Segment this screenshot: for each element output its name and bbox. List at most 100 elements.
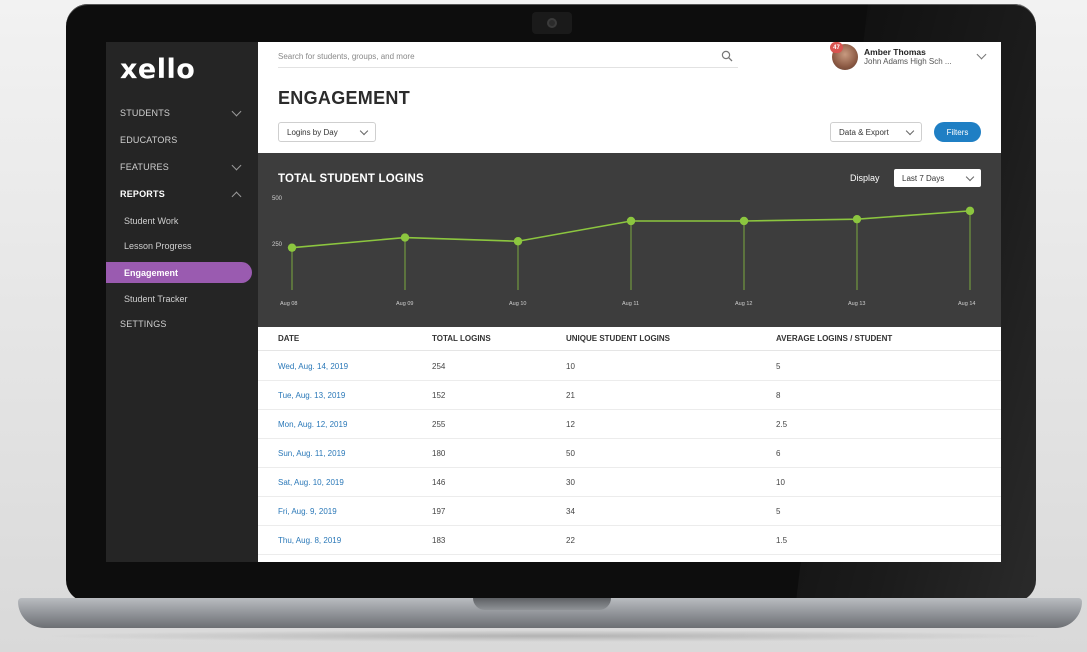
data-point[interactable] <box>626 216 636 226</box>
row-average-logins: 5 <box>776 361 781 371</box>
table-header: DATE TOTAL LOGINS UNIQUE STUDENT LOGINS … <box>258 327 1001 351</box>
table-row: Mon, Aug. 12, 2019 255 12 2.5 <box>258 410 1001 439</box>
row-total-logins: 255 <box>432 419 446 429</box>
row-date-link[interactable]: Mon, Aug. 12, 2019 <box>278 410 347 438</box>
table-row: Tue, Aug. 13, 2019 152 21 8 <box>258 381 1001 410</box>
row-total-logins: 152 <box>432 390 446 400</box>
page-title: ENGAGEMENT <box>278 88 411 108</box>
view-select[interactable]: Logins by Day <box>278 122 376 142</box>
header-unique-logins[interactable]: UNIQUE STUDENT LOGINS <box>566 327 670 350</box>
row-average-logins: 8 <box>776 390 781 400</box>
row-unique-logins: 30 <box>566 477 575 487</box>
row-average-logins: 10 <box>776 477 785 487</box>
nav-label: REPORTS <box>120 189 165 199</box>
laptop-notch <box>473 598 611 610</box>
chevron-down-icon <box>231 160 242 170</box>
x-tick-label: Aug 08 <box>280 301 297 307</box>
display-label: Display <box>850 173 880 183</box>
header-date[interactable]: DATE <box>278 327 299 350</box>
data-point[interactable] <box>400 233 410 242</box>
user-school: John Adams High Sch ... <box>864 57 952 66</box>
chevron-down-icon <box>905 126 915 135</box>
header-average-logins[interactable]: AVERAGE LOGINS / STUDENT <box>776 327 892 350</box>
row-date-link[interactable]: Fri, Aug. 9, 2019 <box>278 497 337 525</box>
row-unique-logins: 22 <box>566 535 575 545</box>
data-point[interactable] <box>852 214 862 224</box>
chevron-down-icon[interactable] <box>976 49 987 60</box>
nav-label: SETTINGS <box>120 319 167 329</box>
nav-lesson-progress[interactable]: Lesson Progress <box>124 237 250 255</box>
nav-student-tracker[interactable]: Student Tracker <box>124 290 250 308</box>
app-screen: xello STUDENTS EDUCATORS FEATURES REPORT… <box>106 42 1001 562</box>
view-select-label: Logins by Day <box>287 127 338 137</box>
nav-label: EDUCATORS <box>120 135 178 145</box>
row-unique-logins: 21 <box>566 390 575 400</box>
export-label: Data & Export <box>839 127 889 137</box>
table-row: Sat, Aug. 10, 2019 146 30 10 <box>258 468 1001 497</box>
row-total-logins: 197 <box>432 506 446 516</box>
range-label: Last 7 Days <box>902 173 945 183</box>
chevron-down-icon <box>965 172 975 181</box>
nav-students[interactable]: STUDENTS <box>120 104 244 122</box>
y-tick-label: 500 <box>272 196 283 202</box>
sidebar: xello STUDENTS EDUCATORS FEATURES REPORT… <box>106 42 258 562</box>
row-average-logins: 6 <box>776 448 781 458</box>
xello-logo[interactable]: xello <box>120 54 195 85</box>
search-icon[interactable] <box>721 50 733 62</box>
data-point[interactable] <box>513 237 523 246</box>
chevron-up-icon <box>231 191 242 201</box>
floor-shadow <box>40 630 1050 642</box>
nav-engagement[interactable]: Engagement <box>106 262 252 283</box>
data-point[interactable] <box>965 206 975 216</box>
data-point[interactable] <box>739 216 749 226</box>
user-name: Amber Thomas <box>864 47 926 57</box>
row-total-logins: 254 <box>432 361 446 371</box>
data-point[interactable] <box>287 243 297 252</box>
nav-settings[interactable]: SETTINGS <box>120 315 244 333</box>
table-row: Sun, Aug. 11, 2019 180 50 6 <box>258 439 1001 468</box>
row-total-logins: 183 <box>432 535 446 545</box>
row-unique-logins: 50 <box>566 448 575 458</box>
row-date-link[interactable]: Tue, Aug. 13, 2019 <box>278 381 345 409</box>
chevron-down-icon <box>359 126 369 135</box>
row-total-logins: 180 <box>432 448 446 458</box>
notification-badge[interactable]: 47 <box>830 42 843 53</box>
nav-student-work[interactable]: Student Work <box>124 212 250 230</box>
nav-reports[interactable]: REPORTS <box>120 185 244 203</box>
row-date-link[interactable]: Sun, Aug. 11, 2019 <box>278 439 345 467</box>
header-total-logins[interactable]: TOTAL LOGINS <box>432 327 491 350</box>
row-unique-logins: 12 <box>566 419 575 429</box>
chart-title: TOTAL STUDENT LOGINS <box>278 173 424 185</box>
chevron-down-icon <box>231 106 242 116</box>
row-average-logins: 5 <box>776 506 781 516</box>
x-tick-label: Aug 14 <box>958 301 975 307</box>
webcam-icon <box>547 18 557 28</box>
nav-features[interactable]: FEATURES <box>120 158 244 176</box>
row-unique-logins: 10 <box>566 361 575 371</box>
table-row: Fri, Aug. 9, 2019 197 34 5 <box>258 497 1001 526</box>
chart-panel: 500 250 Aug 08 Aug 09 Aug 10 Aug 11 Aug 12 Aug… <box>258 153 1001 327</box>
x-tick-label: Aug 11 <box>622 301 639 307</box>
nav-label: FEATURES <box>120 162 169 172</box>
search-input[interactable] <box>278 46 738 68</box>
x-tick-label: Aug 10 <box>509 301 526 307</box>
main-content: 47 Amber Thomas John Adams High Sch ... … <box>258 42 1001 562</box>
row-average-logins: 2.5 <box>776 419 788 429</box>
data-export-button[interactable]: Data & Export <box>830 122 922 142</box>
table-row: Thu, Aug. 8, 2019 183 22 1.5 <box>258 526 1001 555</box>
filters-button[interactable]: Filters <box>934 122 981 142</box>
row-date-link[interactable]: Wed, Aug. 14, 2019 <box>278 352 348 380</box>
nav-label: STUDENTS <box>120 108 171 118</box>
x-tick-label: Aug 09 <box>396 301 413 307</box>
row-total-logins: 146 <box>432 477 446 487</box>
row-date-link[interactable]: Thu, Aug. 8, 2019 <box>278 526 341 554</box>
y-tick-label: 250 <box>272 242 283 248</box>
range-select[interactable]: Last 7 Days <box>894 169 981 187</box>
x-tick-label: Aug 12 <box>735 301 752 307</box>
row-date-link[interactable]: Sat, Aug. 10, 2019 <box>278 468 344 496</box>
x-tick-label: Aug 13 <box>848 301 865 307</box>
nav-educators[interactable]: EDUCATORS <box>120 131 244 149</box>
row-unique-logins: 34 <box>566 506 575 516</box>
table-row: Wed, Aug. 14, 2019 254 10 5 <box>258 352 1001 381</box>
row-average-logins: 1.5 <box>776 535 788 545</box>
